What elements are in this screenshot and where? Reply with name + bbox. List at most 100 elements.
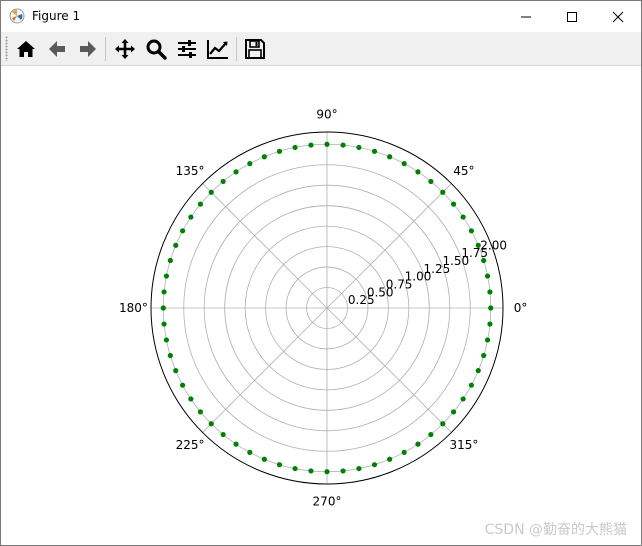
data-point [220,431,226,438]
data-point [356,465,362,472]
forward-button[interactable] [75,36,101,62]
data-point [208,421,214,427]
angle-tick-label: 270° [313,495,342,509]
data-point [468,228,474,234]
data-point [247,449,253,455]
data-point [163,273,170,279]
data-point [247,161,253,167]
arrow-left-icon [49,41,65,57]
data-point [415,441,421,447]
data-point [324,469,330,475]
data-point [233,169,239,175]
floppy-disk-icon [245,39,265,59]
toolbar-grip[interactable] [5,36,8,61]
maximize-button[interactable] [549,1,595,32]
toolbar-separator [236,37,237,61]
data-point [440,189,446,195]
data-point [340,468,346,474]
data-point [167,257,173,264]
polar-chart: 0°45°90°135°180°225°270°315°0.250.500.75… [119,107,528,509]
data-point [428,178,434,185]
data-point [484,273,491,279]
data-point [450,201,457,207]
data-point [292,144,298,151]
data-point [401,161,407,167]
data-point [371,462,378,468]
line-chart-icon [207,40,228,59]
data-point [387,154,393,160]
data-point [173,242,179,248]
pan-button[interactable] [112,36,138,62]
data-point [197,201,204,207]
data-point [488,305,494,311]
data-point [261,154,267,160]
data-point [481,352,487,359]
back-button[interactable] [44,36,70,62]
data-point [387,456,393,462]
save-button[interactable] [242,36,268,62]
data-point [428,431,434,438]
radial-tick-label: 2.00 [480,238,507,252]
data-point [161,321,167,327]
data-point [308,468,314,474]
home-icon [17,41,35,57]
data-point [163,337,170,343]
angle-tick-label: 45° [453,164,474,178]
data-point [468,382,474,388]
data-point [208,189,214,195]
navigation-toolbar [1,32,641,66]
data-point [324,141,330,147]
maximize-icon [567,11,577,22]
data-point [460,396,466,402]
minimize-button[interactable] [503,1,549,32]
window-title: Figure 1 [32,9,81,23]
angle-tick-label: 90° [316,107,337,121]
data-point [167,352,173,359]
data-point [233,441,239,447]
matplotlib-logo-icon [9,8,25,24]
data-point [276,462,283,468]
sliders-icon [178,40,196,58]
angle-tick-label: 315° [449,438,478,452]
data-point [371,148,378,154]
data-point [180,382,186,388]
data-point [487,321,493,327]
close-button[interactable] [595,1,641,32]
magnifier-icon [146,39,167,60]
data-point [415,169,421,175]
data-point [460,214,466,220]
home-button[interactable] [13,36,39,62]
data-point [161,289,167,295]
close-icon [612,11,624,22]
data-point [276,148,283,154]
toolbar-separator [105,37,106,61]
data-point [173,368,179,374]
angle-tick-label: 180° [119,301,148,315]
data-point [484,337,491,343]
move-icon [115,39,135,59]
watermark-text: CSDN @勤奋的大熊猫 [484,522,627,538]
zoom-button[interactable] [143,36,169,62]
data-point [356,144,362,151]
title-bar[interactable]: Figure 1 [1,1,641,32]
figure-canvas[interactable]: 0° 45° 90° 135° 180° 225° 270° 315° 0.25 0.50 0.75… [1,66,641,545]
data-point [188,396,194,402]
figure-window: Figure 1 0° 45° 90° 135° 180° 225° 270° … [0,0,642,546]
data-point [340,142,346,148]
data-point [292,465,298,472]
data-point [450,409,457,415]
minimize-icon [521,16,531,17]
edit-axis-button[interactable] [205,36,231,62]
data-point [220,178,226,185]
data-point [440,421,446,427]
arrow-right-icon [80,41,96,57]
angle-tick-label: 0° [514,301,528,315]
data-point [475,368,481,374]
data-point [261,456,267,462]
data-point [188,214,194,220]
data-point [160,305,166,311]
angle-tick-label: 135° [176,164,205,178]
configure-subplots-button[interactable] [174,36,200,62]
data-point [487,289,493,295]
angle-tick-label: 225° [176,438,205,452]
